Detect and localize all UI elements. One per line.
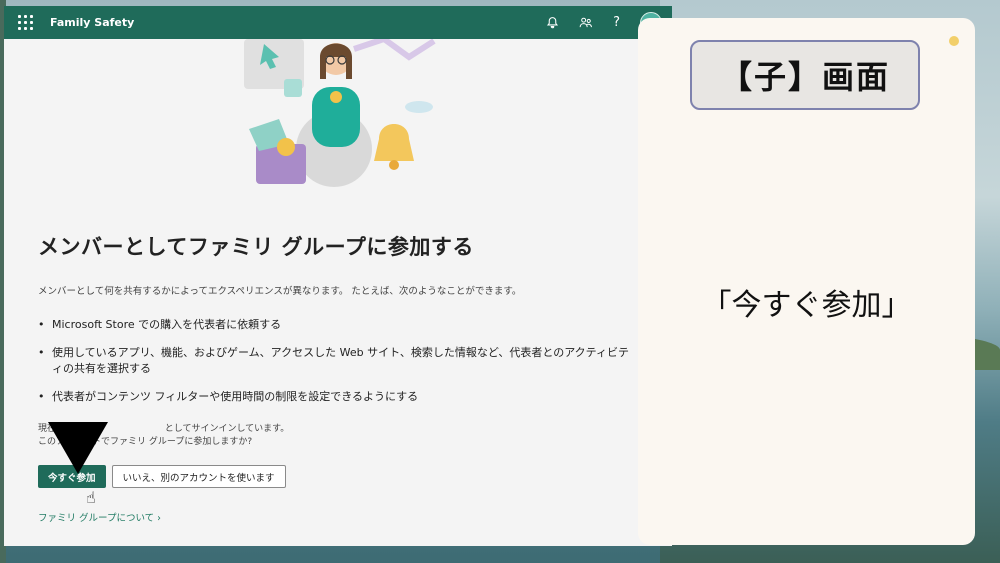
feature-list: Microsoft Store での購入を代表者に依頼する 使用しているアプリ、… bbox=[38, 317, 638, 405]
list-item: 使用しているアプリ、機能、およびゲーム、アクセスした Web サイト、検索した情… bbox=[38, 345, 638, 377]
top-bar: Family Safety ? bbox=[4, 6, 672, 39]
family-group-info-link[interactable]: ファミリ グループについて › bbox=[38, 510, 638, 524]
family-illustration bbox=[244, 39, 436, 187]
main-content: メンバーとしてファミリ グループに参加する メンバーとして何を共有するかによって… bbox=[38, 231, 638, 524]
signin-question: このアカウントでファミリ グループに参加しますか? bbox=[38, 437, 253, 447]
dot-icon bbox=[949, 36, 959, 46]
annotation-card: 【子】画面 「今すぐ参加」 bbox=[638, 18, 975, 545]
pointer-arrow-icon bbox=[48, 422, 108, 474]
screen-tag: 【子】画面 bbox=[690, 40, 920, 110]
page-title: メンバーとしてファミリ グループに参加する bbox=[38, 235, 474, 259]
description: メンバーとして何を共有するかによってエクスペリエンスが異なります。 たとえば、次… bbox=[38, 286, 522, 297]
list-item: 代表者がコンテンツ フィルターや使用時間の制限を設定できるようにする bbox=[38, 389, 638, 405]
help-icon[interactable]: ? bbox=[613, 15, 620, 30]
signin-info: 現在 としてサインインしています。 このアカウントでファミリ グループに参加しま… bbox=[38, 423, 638, 449]
app-title: Family Safety bbox=[50, 16, 135, 29]
signin-line: 現在 としてサインインしています。 bbox=[38, 424, 290, 434]
people-icon[interactable] bbox=[579, 16, 593, 29]
browser-window: Family Safety ? メンバーとしてファミリ グループに参加する メン… bbox=[4, 6, 672, 546]
app-launcher-icon[interactable] bbox=[18, 14, 34, 31]
bell-icon[interactable] bbox=[546, 16, 559, 29]
hand-cursor-icon: ☝ bbox=[86, 488, 96, 507]
list-item: Microsoft Store での購入を代表者に依頼する bbox=[38, 317, 638, 333]
action-buttons: 今すぐ参加 いいえ、別のアカウントを使います bbox=[38, 465, 638, 488]
use-other-account-button[interactable]: いいえ、別のアカウントを使います bbox=[111, 465, 286, 488]
annotation-caption: 「今すぐ参加」 bbox=[701, 288, 912, 323]
